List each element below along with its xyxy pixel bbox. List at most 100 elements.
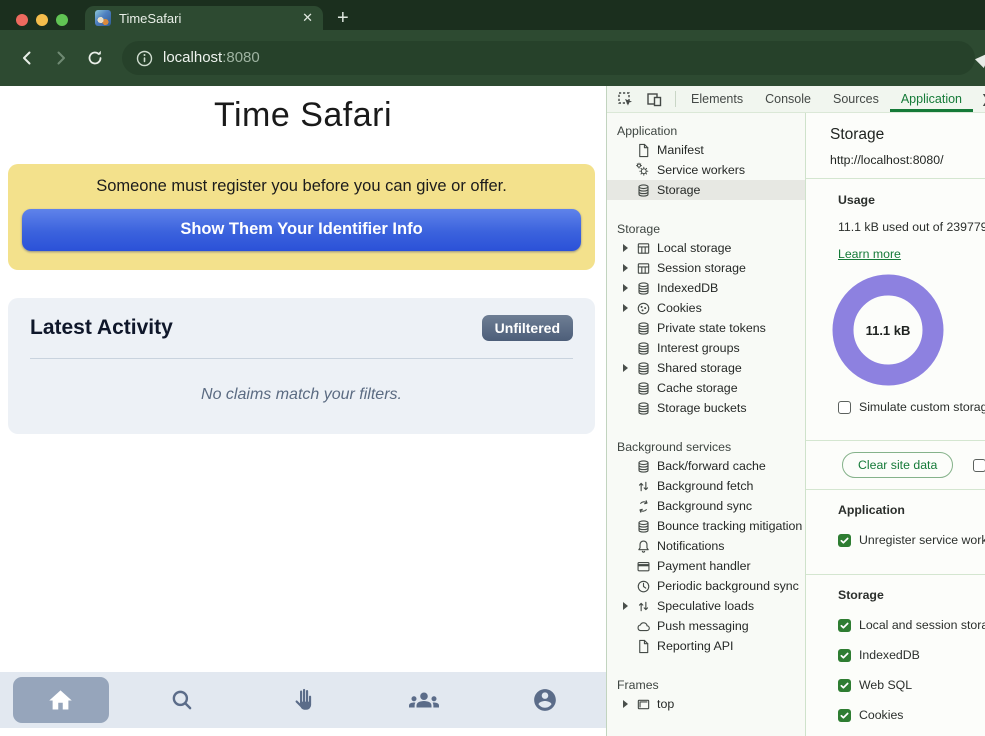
panel-title: Storage xyxy=(806,113,985,147)
devtools-tabs: ElementsConsoleSourcesApplication xyxy=(680,86,973,112)
nav-item-search[interactable] xyxy=(121,672,242,728)
minimize-window-button[interactable] xyxy=(36,14,48,26)
browser-tab[interactable]: TimeSafari ✕ xyxy=(85,6,323,30)
checkbox-row-unregister-service-workers[interactable]: Unregister service workers xyxy=(838,533,985,547)
storage-detail-panel: Storage http://localhost:8080/ Usage 11.… xyxy=(805,113,985,736)
third-party-cookies-checkbox[interactable] xyxy=(973,459,985,472)
expand-arrow-icon[interactable] xyxy=(623,700,635,708)
expand-arrow-icon[interactable] xyxy=(623,364,635,372)
tree-item-local-storage[interactable]: Local storage xyxy=(607,238,805,258)
checkbox-row-cookies[interactable]: Cookies xyxy=(838,708,985,722)
origin-url: http://localhost:8080/ xyxy=(806,147,985,178)
cloud-icon xyxy=(635,618,651,634)
tree-item-private-state-tokens[interactable]: Private state tokens xyxy=(607,318,805,338)
tree-item-background-fetch[interactable]: Background fetch xyxy=(607,476,805,496)
reload-button[interactable] xyxy=(80,43,110,73)
tree-item-service-workers[interactable]: Service workers xyxy=(607,160,805,180)
tree-item-notifications[interactable]: Notifications xyxy=(607,536,805,556)
simulate-quota-checkbox[interactable] xyxy=(838,401,851,414)
checkbox-web-sql[interactable] xyxy=(838,679,851,692)
tree-item-indexeddb[interactable]: IndexedDB xyxy=(607,278,805,298)
device-toolbar-icon[interactable] xyxy=(646,86,663,112)
db-icon xyxy=(635,400,651,416)
tree-item-manifest[interactable]: Manifest xyxy=(607,140,805,160)
expand-arrow-icon[interactable] xyxy=(623,602,635,610)
checkbox-cookies[interactable] xyxy=(838,709,851,722)
tab-strip: TimeSafari ✕ + xyxy=(0,0,985,30)
url-bar[interactable]: localhost:8080 xyxy=(122,41,975,75)
tree-item-session-storage[interactable]: Session storage xyxy=(607,258,805,278)
tree-item-push-messaging[interactable]: Push messaging xyxy=(607,616,805,636)
learn-more-link[interactable]: Learn more xyxy=(838,247,901,261)
card-divider xyxy=(30,358,573,359)
tab-title: TimeSafari xyxy=(119,11,294,26)
divider xyxy=(806,178,985,179)
checkbox-indexeddb[interactable] xyxy=(838,649,851,662)
nav-item-hand[interactable] xyxy=(242,672,363,728)
third-party-cookies-row[interactable]: including third-party cookies xyxy=(973,458,985,472)
checkbox-row-indexeddb[interactable]: IndexedDB xyxy=(838,648,985,662)
tree-item-speculative-loads[interactable]: Speculative loads xyxy=(607,596,805,616)
search-icon xyxy=(169,687,195,713)
latest-activity-card: Latest Activity Unfiltered No claims mat… xyxy=(8,298,595,434)
tree-item-periodic-background-sync[interactable]: Periodic background sync xyxy=(607,576,805,596)
tree-item-cookies[interactable]: Cookies xyxy=(607,298,805,318)
simulate-quota-row[interactable]: Simulate custom storage quota xyxy=(838,400,985,414)
site-info-icon[interactable] xyxy=(136,50,153,67)
tree-item-top[interactable]: top xyxy=(607,694,805,714)
nav-item-home[interactable] xyxy=(0,672,121,728)
tree-item-shared-storage[interactable]: Shared storage xyxy=(607,358,805,378)
unfiltered-button[interactable]: Unfiltered xyxy=(482,315,573,341)
db-icon xyxy=(635,340,651,356)
active-nav-pill xyxy=(13,677,109,723)
storage-usage-donut: 11.1 kB xyxy=(832,274,944,386)
tree-item-interest-groups[interactable]: Interest groups xyxy=(607,338,805,358)
clear-site-data-button[interactable]: Clear site data xyxy=(842,452,953,478)
db-icon xyxy=(635,280,651,296)
tree-item-storage[interactable]: Storage xyxy=(607,180,805,200)
forward-button[interactable] xyxy=(46,43,76,73)
tab-close-icon[interactable]: ✕ xyxy=(302,10,313,26)
tree-item-reporting-api[interactable]: Reporting API xyxy=(607,636,805,656)
devtools-tab-elements[interactable]: Elements xyxy=(680,86,754,112)
checkbox-row-web-sql[interactable]: Web SQL xyxy=(838,678,985,692)
db-icon xyxy=(635,320,651,336)
show-identifier-info-button[interactable]: Show Them Your Identifier Info xyxy=(22,209,581,251)
checkbox-local-and-session-storage[interactable] xyxy=(838,619,851,632)
devtools-tab-console[interactable]: Console xyxy=(754,86,822,112)
more-tabs-chevron-icon[interactable]: ❯ xyxy=(981,92,985,106)
clock-icon xyxy=(635,578,651,594)
simulate-quota-label: Simulate custom storage quota xyxy=(859,400,985,414)
tree-item-storage-buckets[interactable]: Storage buckets xyxy=(607,398,805,418)
tree-item-background-sync[interactable]: Background sync xyxy=(607,496,805,516)
maximize-window-button[interactable] xyxy=(56,14,68,26)
close-window-button[interactable] xyxy=(16,14,28,26)
tree-section-frames: Frames xyxy=(607,676,805,694)
db-icon xyxy=(635,182,651,198)
expand-arrow-icon[interactable] xyxy=(623,264,635,272)
tree-item-payment-handler[interactable]: Payment handler xyxy=(607,556,805,576)
sync-icon xyxy=(635,498,651,514)
home-icon xyxy=(47,687,74,714)
new-tab-button[interactable]: + xyxy=(337,8,349,28)
expand-arrow-icon[interactable] xyxy=(623,284,635,292)
bottom-navigation xyxy=(0,672,606,728)
gears-icon xyxy=(635,162,651,178)
latest-activity-title: Latest Activity xyxy=(30,316,173,340)
tree-item-cache-storage[interactable]: Cache storage xyxy=(607,378,805,398)
back-button[interactable] xyxy=(12,43,42,73)
expand-arrow-icon[interactable] xyxy=(623,304,635,312)
tree-item-back-forward-cache[interactable]: Back/forward cache xyxy=(607,456,805,476)
nav-item-people[interactable] xyxy=(364,672,485,728)
page-title: Time Safari xyxy=(0,96,606,135)
tree-item-bounce-tracking-mitigation[interactable]: Bounce tracking mitigation xyxy=(607,516,805,536)
checkbox-row-local-and-session-storage[interactable]: Local and session storage xyxy=(838,618,985,632)
expand-arrow-icon[interactable] xyxy=(623,244,635,252)
frame-icon xyxy=(635,696,651,712)
devtools-tab-application[interactable]: Application xyxy=(890,86,973,112)
devtools-tab-sources[interactable]: Sources xyxy=(822,86,890,112)
nav-item-profile[interactable] xyxy=(485,672,606,728)
inspect-element-icon[interactable] xyxy=(617,86,634,112)
application-sidebar-tree: ApplicationManifestService workersStorag… xyxy=(607,113,805,736)
checkbox-unregister-service-workers[interactable] xyxy=(838,534,851,547)
